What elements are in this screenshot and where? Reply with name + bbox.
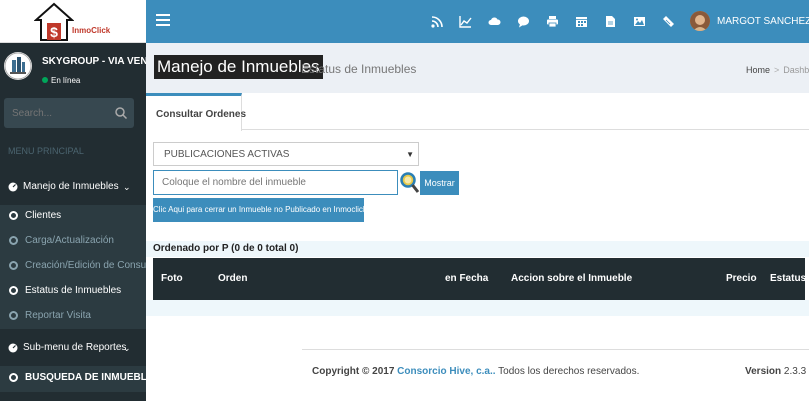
cloud-icon[interactable] xyxy=(488,15,501,28)
col-precio: Precio xyxy=(726,273,757,284)
submenu-manejo: Clientes Carga/Actualización Creación/Ed… xyxy=(0,205,162,329)
breadcrumb: Home >Dashboard xyxy=(746,65,809,75)
content-header: Manejo de Inmuebles Estatus de Inmuebles… xyxy=(146,43,809,93)
user-status: En línea xyxy=(42,76,80,85)
col-estatus: Estatus xyxy=(770,273,807,284)
col-fecha: en Fecha xyxy=(445,273,489,284)
building-logo-icon xyxy=(4,52,32,80)
avatar xyxy=(4,52,32,80)
sidebar-item-busqueda-inner: BUSQUEDA DE INMUEBLES xyxy=(0,367,160,391)
table-empty-row xyxy=(146,300,809,316)
page-title: Manejo de Inmuebles xyxy=(154,55,323,79)
rss-icon[interactable] xyxy=(431,15,444,28)
comment-icon[interactable] xyxy=(517,15,530,28)
circle-icon xyxy=(9,373,18,382)
version-number: 2.3.3 xyxy=(783,366,807,377)
logo[interactable]: $ InmoClick xyxy=(34,2,110,41)
breadcrumb-separator: > xyxy=(774,65,780,75)
circle-icon xyxy=(9,311,18,320)
house-logo-icon: $ xyxy=(34,2,74,41)
sidebar-item-reportar[interactable]: Reportar Visita xyxy=(0,305,146,329)
sidebar-search xyxy=(4,98,134,128)
sidebar-item-busqueda[interactable]: BUSQUEDA DE INMUEBLES xyxy=(0,366,160,392)
user-panel: SKYGROUP - VIA VENETO En línea xyxy=(0,43,168,93)
main-box: Consultar Ordenes PUBLICACIONES ACTIVAS … xyxy=(146,93,809,401)
breadcrumb-current: Dashboard xyxy=(783,65,809,75)
sidebar-item-label: Estatus de Inmuebles xyxy=(25,285,122,296)
chart-line-icon[interactable] xyxy=(459,15,472,28)
sidebar-item-consultas[interactable]: Creación/Edición de Consultas xyxy=(0,255,162,279)
search-input[interactable] xyxy=(4,98,104,128)
user-avatar[interactable] xyxy=(690,11,710,31)
sidebar-item-carga[interactable]: Carga/Actualización xyxy=(0,230,146,254)
sidebar-item-clientes[interactable]: Clientes xyxy=(0,205,146,229)
col-accion: Accion sobre el Inmueble xyxy=(511,273,633,284)
select-value: PUBLICACIONES ACTIVAS xyxy=(164,149,290,160)
footer-divider xyxy=(302,349,809,350)
circle-icon xyxy=(9,286,18,295)
inmueble-search-input[interactable] xyxy=(153,170,398,195)
sidebar-item-label: Clientes xyxy=(25,210,62,221)
breadcrumb-home[interactable]: Home xyxy=(746,65,770,75)
image-icon[interactable] xyxy=(633,15,646,28)
chevron-down-icon: ⌄ xyxy=(123,343,131,353)
sidebar-item-label: BUSQUEDA DE INMUEBLES xyxy=(25,372,161,383)
dashboard-icon xyxy=(8,182,18,192)
chevron-down-icon: ⌄ xyxy=(123,182,131,192)
logo-text: InmoClick xyxy=(72,26,111,35)
top-username[interactable]: MARGOT SANCHEZ xyxy=(717,16,809,27)
version-label: Version xyxy=(745,366,782,377)
publicaciones-select[interactable]: PUBLICACIONES ACTIVAS ▼ xyxy=(153,142,419,166)
search-icon[interactable] xyxy=(114,106,128,120)
top-navbar: MARGOT SANCHEZ xyxy=(146,0,809,43)
user-status-text: En línea xyxy=(51,76,81,85)
magnifier-icon[interactable] xyxy=(399,171,420,194)
tab-consultar-ordenes[interactable]: Consultar Ordenes xyxy=(146,93,246,131)
logo-box[interactable]: $ InmoClick xyxy=(0,0,146,43)
copyright-rights: Todos los derechos reservados. xyxy=(498,366,640,377)
avatar-photo-icon xyxy=(690,11,710,31)
sidebar-item-label: Sub-menu de Reportes xyxy=(23,342,127,353)
sidebar-item-label: Reportar Visita xyxy=(25,310,91,321)
sidebar-item-estatus[interactable]: Estatus de Inmuebles xyxy=(0,280,146,304)
online-dot-icon xyxy=(42,77,48,83)
circle-icon xyxy=(9,236,18,245)
sidebar-item-label: Carga/Actualización xyxy=(25,235,114,246)
hamburger-menu-icon[interactable] xyxy=(156,14,170,26)
col-foto: Foto xyxy=(161,273,183,284)
copyright: Copyright © 2017 Consorcio Hive, c.a.. T… xyxy=(312,366,639,377)
page-subtitle: Estatus de Inmuebles xyxy=(301,62,417,76)
order-label: Ordenado por P (0 de 0 total 0) xyxy=(153,243,299,254)
dashboard-icon xyxy=(8,343,18,353)
sidebar-item-reportes[interactable]: Sub-menu de Reportes ⌄ xyxy=(0,335,146,361)
circle-icon xyxy=(9,211,18,220)
sidebar-item-label: Manejo de Inmuebles xyxy=(23,181,119,192)
version: Version 2.3.3 xyxy=(745,366,806,377)
sidebar-item-manejo-inmuebles[interactable]: Manejo de Inmuebles ⌄ xyxy=(0,174,146,200)
company-link[interactable]: Consorcio Hive, c.a.. xyxy=(397,366,495,377)
caret-down-icon: ▼ xyxy=(406,150,414,159)
svg-text:$: $ xyxy=(50,24,58,40)
ticket-icon[interactable] xyxy=(662,15,675,28)
mostrar-button[interactable]: Mostrar xyxy=(420,171,459,195)
table-header: Foto Orden en Fecha Accion sobre el Inmu… xyxy=(153,258,807,300)
circle-icon xyxy=(9,261,18,270)
tab-label: Consultar Ordenes xyxy=(156,109,247,120)
sidebar: $ InmoClick SKYGROUP - VIA VENETO En lín… xyxy=(0,0,168,401)
print-icon[interactable] xyxy=(546,15,559,28)
col-orden: Orden xyxy=(218,273,248,284)
calendar-icon[interactable] xyxy=(575,15,588,28)
sidebar-item-label: Creación/Edición de Consultas xyxy=(25,260,162,271)
cerrar-inmueble-button[interactable]: Clic Aqui para cerrar un Inmueble no Pub… xyxy=(153,198,367,222)
copyright-prefix: Copyright © 2017 xyxy=(312,366,395,377)
menu-header: MENU PRINCIPAL xyxy=(8,146,84,156)
file-icon[interactable] xyxy=(604,15,617,28)
